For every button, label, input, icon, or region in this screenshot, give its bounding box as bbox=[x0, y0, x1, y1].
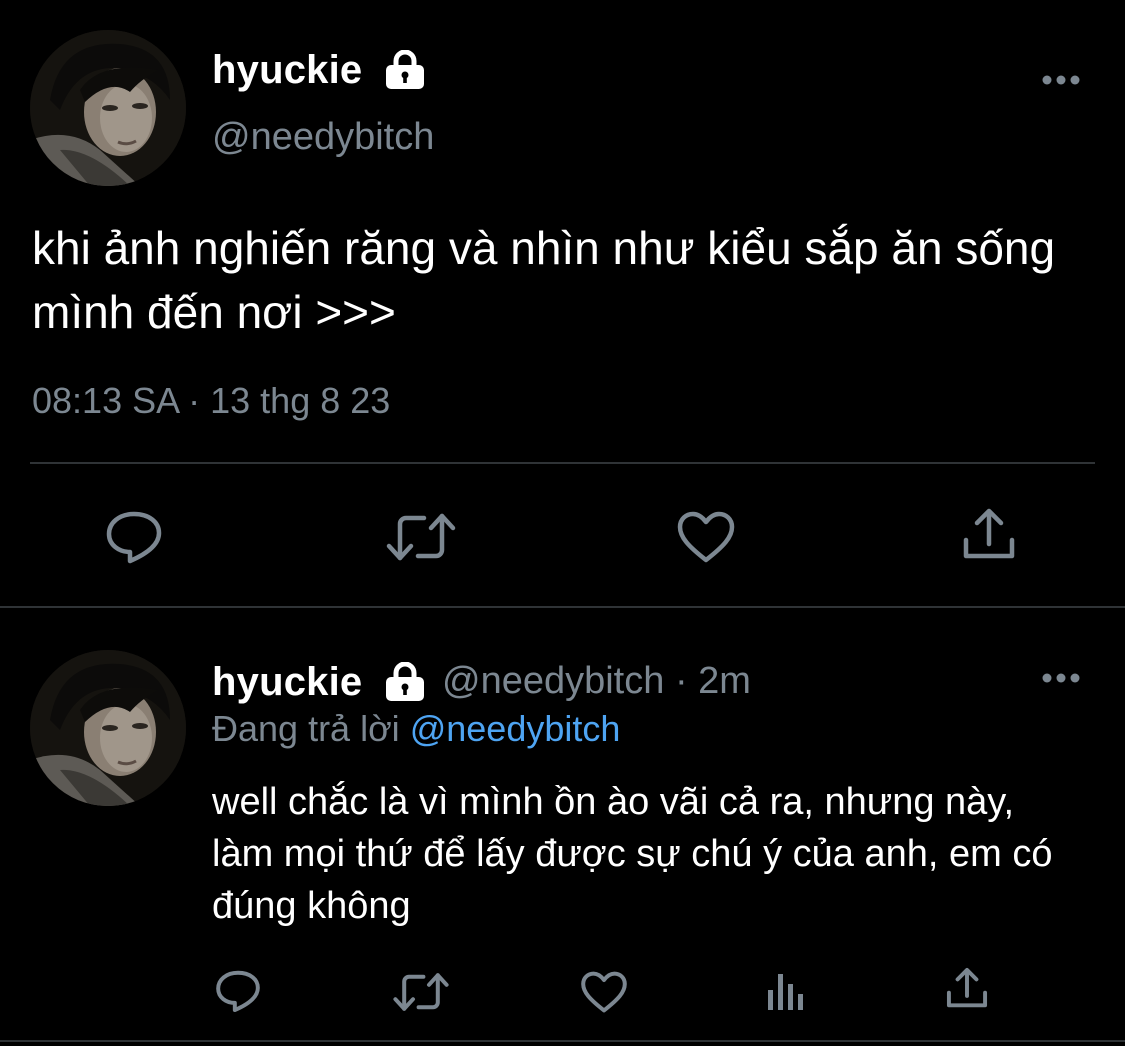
main-display-name[interactable]: hyuckie bbox=[212, 48, 362, 93]
reply-icon[interactable] bbox=[214, 968, 262, 1014]
replying-label: Đang trả lời bbox=[212, 708, 400, 749]
replying-to-line: Đang trả lời @needybitch bbox=[212, 708, 620, 750]
reply-display-name[interactable]: hyuckie bbox=[212, 660, 362, 705]
divider bbox=[30, 462, 1095, 464]
main-handle[interactable]: @needybitch bbox=[212, 116, 434, 159]
retweet-icon[interactable] bbox=[393, 970, 449, 1014]
reply-time[interactable]: 2m bbox=[698, 660, 751, 702]
share-icon[interactable] bbox=[960, 506, 1018, 562]
more-icon[interactable] bbox=[1040, 670, 1082, 686]
reply-handle[interactable]: @needybitch bbox=[442, 660, 664, 702]
reply-tweet-text: well chắc là vì mình ồn ào vãi cả ra, nh… bbox=[212, 781, 1053, 927]
analytics-icon[interactable] bbox=[766, 970, 806, 1012]
more-icon[interactable] bbox=[1040, 72, 1082, 88]
reply-icon[interactable] bbox=[104, 508, 164, 566]
lock-icon bbox=[384, 662, 426, 702]
reply-meta: @needybitch · 2m bbox=[442, 660, 751, 703]
tweet-timestamp[interactable]: 08:13 SA · 13 thg 8 23 bbox=[32, 380, 390, 422]
meta-separator: · bbox=[674, 660, 688, 702]
bottom-divider bbox=[0, 1040, 1125, 1042]
section-divider bbox=[0, 606, 1125, 608]
retweet-icon[interactable] bbox=[386, 510, 456, 564]
like-icon[interactable] bbox=[676, 510, 736, 564]
reply-avatar[interactable] bbox=[30, 650, 186, 806]
main-tweet-text: khi ảnh nghiến răng và nhìn như kiểu sắp… bbox=[32, 222, 1056, 338]
like-icon[interactable] bbox=[580, 970, 628, 1014]
replying-mention-link[interactable]: @needybitch bbox=[410, 708, 621, 749]
main-avatar[interactable] bbox=[30, 30, 186, 186]
lock-icon bbox=[384, 50, 426, 90]
share-icon[interactable] bbox=[944, 966, 990, 1010]
